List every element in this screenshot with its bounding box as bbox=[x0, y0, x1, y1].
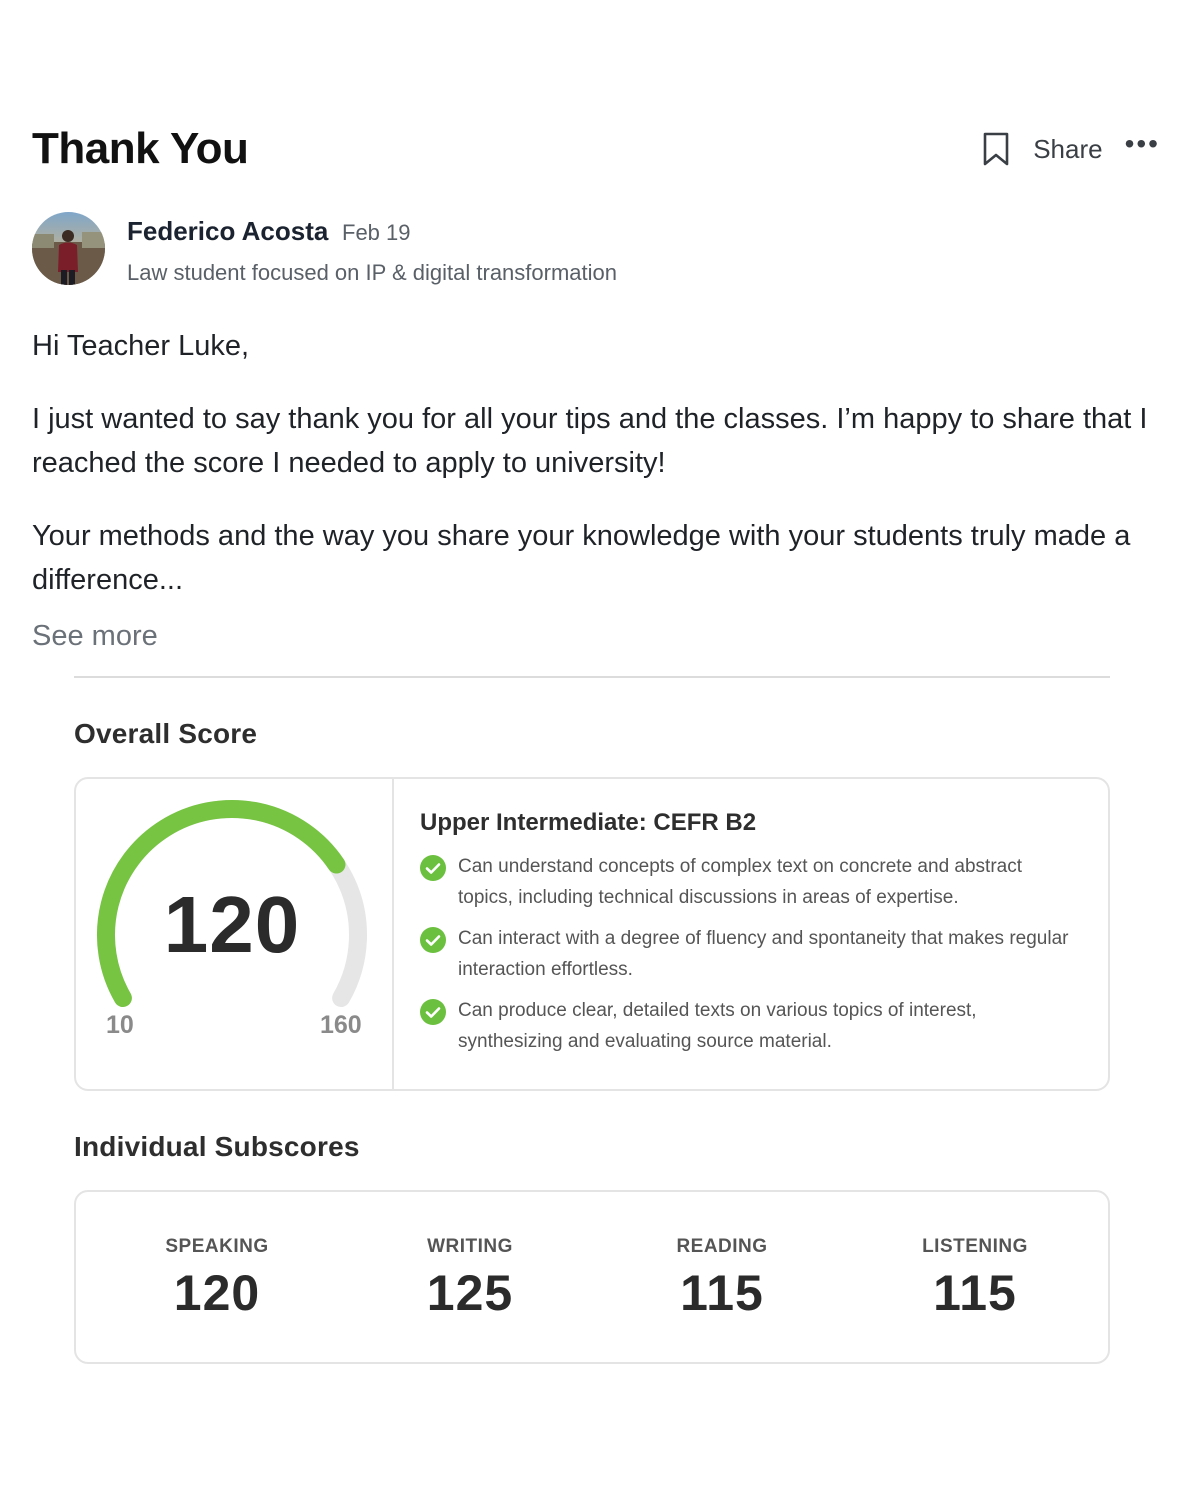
check-circle-icon bbox=[420, 999, 446, 1025]
body-paragraph: I just wanted to say thank you for all y… bbox=[32, 403, 1148, 479]
subscore-listening: LISTENING 115 bbox=[850, 1236, 1100, 1322]
subscore-value: 115 bbox=[933, 1265, 1017, 1321]
criterion-text: Can produce clear, detailed texts on var… bbox=[458, 1000, 977, 1052]
post-date: Feb 19 bbox=[342, 220, 411, 245]
subscore-value: 125 bbox=[426, 1265, 514, 1321]
author-bio: Law student focused on IP & digital tran… bbox=[127, 260, 617, 285]
subscore-reading: READING 115 bbox=[597, 1236, 847, 1322]
subscore-label: SPEAKING bbox=[165, 1236, 269, 1257]
level-description: Upper Intermediate: CEFR B2 Can understa… bbox=[420, 809, 1080, 1067]
divider bbox=[74, 676, 1110, 678]
criterion-text: Can understand concepts of complex text … bbox=[458, 856, 1022, 908]
criterion-item: Can understand concepts of complex text … bbox=[420, 851, 1080, 913]
greeting-text: Hi Teacher Luke, bbox=[32, 330, 250, 362]
overall-score-heading: Overall Score bbox=[74, 718, 258, 749]
criterion-text: Can interact with a degree of fluency an… bbox=[458, 928, 1069, 980]
gauge-max-label: 160 bbox=[320, 1011, 362, 1039]
score-gauge: 120 10 160 bbox=[76, 779, 394, 1089]
criteria-list: Can understand concepts of complex text … bbox=[420, 851, 1080, 1057]
bookmark-icon[interactable] bbox=[981, 130, 1011, 168]
overall-score-card: 120 10 160 Upper Intermediate: CEFR B2 C… bbox=[74, 777, 1110, 1091]
subscore-label: WRITING bbox=[427, 1236, 513, 1257]
subscore-label: LISTENING bbox=[922, 1236, 1028, 1257]
body-paragraph: Your methods and the way you share your … bbox=[32, 520, 1131, 596]
gauge-min-label: 10 bbox=[106, 1011, 134, 1039]
post-actions: Share ••• bbox=[981, 130, 1160, 168]
author-row: Federico Acosta Feb 19 Law student focus… bbox=[32, 212, 832, 288]
post-header: Thank You Share ••• bbox=[32, 118, 1168, 182]
subscore-writing: WRITING 125 bbox=[345, 1236, 595, 1322]
criterion-item: Can interact with a degree of fluency an… bbox=[420, 923, 1080, 985]
check-circle-icon bbox=[420, 927, 446, 953]
subscore-label: READING bbox=[676, 1236, 768, 1257]
avatar[interactable] bbox=[32, 212, 105, 285]
post-title: Thank You bbox=[32, 124, 249, 173]
share-button[interactable]: Share bbox=[1033, 134, 1102, 165]
more-options-icon[interactable]: ••• bbox=[1125, 130, 1160, 168]
author-name[interactable]: Federico Acosta bbox=[127, 216, 328, 247]
level-title: Upper Intermediate: CEFR B2 bbox=[420, 809, 757, 836]
overall-score-value: 120 bbox=[163, 880, 301, 969]
subscore-speaking: SPEAKING 120 bbox=[92, 1236, 342, 1322]
subscore-value: 120 bbox=[173, 1265, 261, 1321]
subscore-value: 115 bbox=[680, 1265, 764, 1321]
subscores-heading: Individual Subscores bbox=[74, 1131, 360, 1162]
see-more-link[interactable]: See more bbox=[32, 620, 158, 653]
criterion-item: Can produce clear, detailed texts on var… bbox=[420, 995, 1080, 1057]
subscores-card: SPEAKING 120 WRITING 125 READING 115 LIS… bbox=[74, 1190, 1110, 1364]
check-circle-icon bbox=[420, 855, 446, 881]
